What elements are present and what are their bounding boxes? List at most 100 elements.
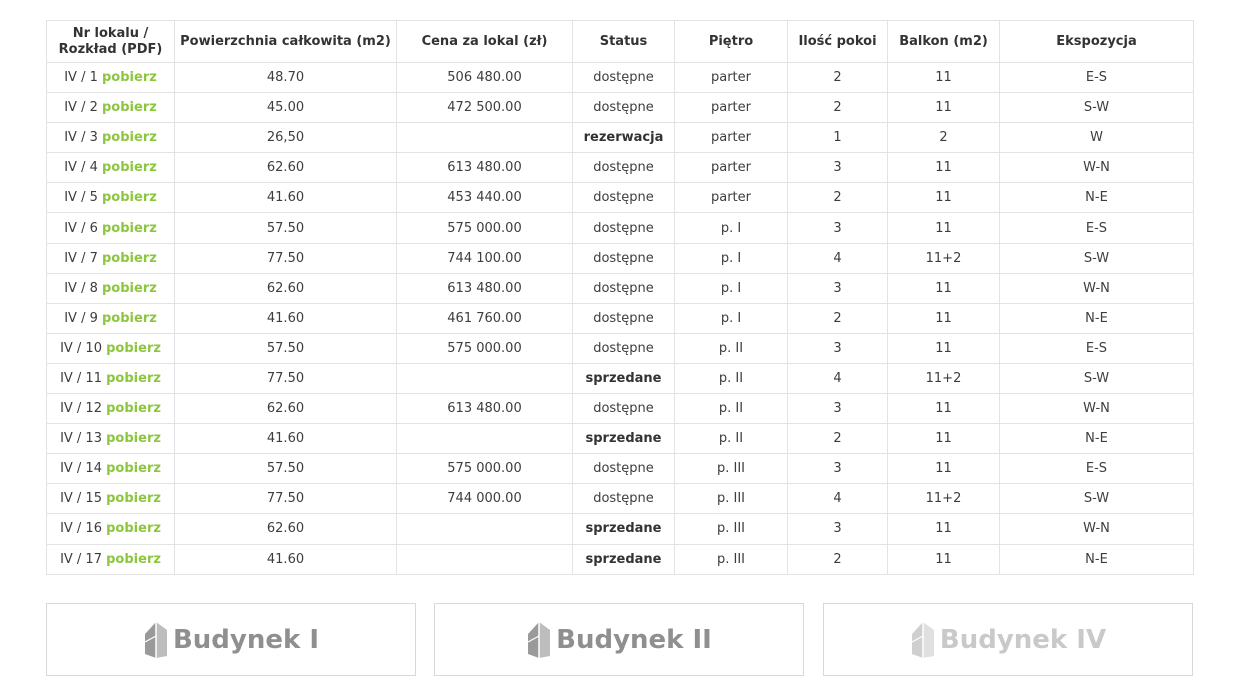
cell-balcony: 11 xyxy=(887,212,1000,244)
download-pdf-link[interactable]: pobierz xyxy=(106,341,161,356)
download-pdf-link[interactable]: pobierz xyxy=(106,491,161,506)
cell-exposure: W-N xyxy=(999,272,1194,304)
cell-exposure: W-N xyxy=(999,152,1194,184)
table-row: IV / 11 pobierz 77.50 sprzedane p. II 4 11+2 S… xyxy=(46,362,1194,395)
building-2-button[interactable]: Budynek II xyxy=(434,603,804,676)
cell-price: 506 480.00 xyxy=(396,61,573,94)
cell-nr-lokalu: IV / 5 pobierz xyxy=(46,182,175,214)
cell-price xyxy=(396,122,573,154)
building-4-button[interactable]: Budynek IV xyxy=(823,603,1193,676)
building-1-button[interactable]: Budynek I xyxy=(46,603,416,676)
cell-price: 453 440.00 xyxy=(396,182,573,214)
download-pdf-link[interactable]: pobierz xyxy=(106,461,161,476)
download-pdf-link[interactable]: pobierz xyxy=(102,130,157,145)
cell-floor: parter xyxy=(674,182,788,214)
cell-status: dostępne xyxy=(572,332,675,364)
cell-status: sprzedane xyxy=(572,513,675,545)
apartment-number: IV / 9 xyxy=(64,310,98,326)
cell-floor: p. II xyxy=(674,362,788,395)
cell-rooms: 3 xyxy=(787,513,888,545)
cell-price xyxy=(396,543,573,575)
cell-price: 744 000.00 xyxy=(396,483,573,515)
apartment-number: IV / 2 xyxy=(64,100,98,116)
cell-balcony: 11+2 xyxy=(887,242,1000,274)
cell-nr-lokalu: IV / 3 pobierz xyxy=(46,122,175,154)
cell-area: 62.60 xyxy=(174,152,397,184)
cell-price xyxy=(396,513,573,545)
cell-rooms: 3 xyxy=(787,393,888,425)
apartment-number: IV / 1 xyxy=(64,70,98,86)
cell-balcony: 11 xyxy=(887,61,1000,94)
header-ilosc-pokoi: Ilość pokoi xyxy=(787,20,888,63)
cell-area: 26,50 xyxy=(174,122,397,154)
download-pdf-link[interactable]: pobierz xyxy=(102,251,157,266)
cell-balcony: 11 xyxy=(887,92,1000,124)
building-logo-icon xyxy=(527,621,551,658)
cell-rooms: 1 xyxy=(787,122,888,154)
cell-balcony: 11 xyxy=(887,453,1000,485)
cell-exposure: W-N xyxy=(999,393,1194,425)
cell-exposure: E-S xyxy=(999,453,1194,485)
cell-balcony: 11 xyxy=(887,393,1000,425)
cell-status: dostępne xyxy=(572,272,675,304)
apartment-number: IV / 7 xyxy=(64,250,98,266)
download-pdf-link[interactable]: pobierz xyxy=(102,70,157,85)
cell-exposure: E-S xyxy=(999,332,1194,364)
cell-area: 48.70 xyxy=(174,61,397,94)
cell-floor: parter xyxy=(674,61,788,94)
cell-nr-lokalu: IV / 9 pobierz xyxy=(46,302,175,334)
download-pdf-link[interactable]: pobierz xyxy=(102,281,157,296)
table-row: IV / 12 pobierz 62.60 613 480.00 dostępne p.… xyxy=(46,393,1194,425)
download-pdf-link[interactable]: pobierz xyxy=(106,371,161,386)
download-pdf-link[interactable]: pobierz xyxy=(102,221,157,236)
table-row: IV / 7 pobierz 77.50 744 100.00 dostępne p. … xyxy=(46,242,1194,274)
cell-area: 45.00 xyxy=(174,92,397,124)
cell-rooms: 2 xyxy=(787,182,888,214)
cell-area: 41.60 xyxy=(174,302,397,334)
apartment-number: IV / 5 xyxy=(64,190,98,206)
cell-nr-lokalu: IV / 11 pobierz xyxy=(46,362,175,395)
cell-floor: p. I xyxy=(674,242,788,274)
cell-price: 613 480.00 xyxy=(396,152,573,184)
table-row: IV / 3 pobierz 26,50 rezerwacja parter 1 2 W xyxy=(46,122,1194,154)
cell-exposure: N-E xyxy=(999,543,1194,575)
cell-area: 41.60 xyxy=(174,543,397,575)
apartment-number: IV / 12 xyxy=(60,401,102,417)
header-nr-lokalu: Nr lokalu / Rozkład (PDF) xyxy=(46,20,175,63)
download-pdf-link[interactable]: pobierz xyxy=(106,431,161,446)
cell-exposure: N-E xyxy=(999,182,1194,214)
cell-status: dostępne xyxy=(572,212,675,244)
cell-nr-lokalu: IV / 8 pobierz xyxy=(46,272,175,304)
table-row: IV / 10 pobierz 57.50 575 000.00 dostępne p.… xyxy=(46,332,1194,364)
download-pdf-link[interactable]: pobierz xyxy=(102,100,157,115)
cell-status: dostępne xyxy=(572,302,675,334)
table-row: IV / 16 pobierz 62.60 sprzedane p. III 3 11 W-… xyxy=(46,513,1194,545)
download-pdf-link[interactable]: pobierz xyxy=(102,160,157,175)
download-pdf-link[interactable]: pobierz xyxy=(102,190,157,205)
apartment-number: IV / 16 xyxy=(60,521,102,537)
cell-nr-lokalu: IV / 17 pobierz xyxy=(46,543,175,575)
cell-floor: p. II xyxy=(674,393,788,425)
cell-floor: p. III xyxy=(674,453,788,485)
cell-floor: parter xyxy=(674,92,788,124)
building-1-label: Budynek I xyxy=(172,624,320,655)
apartment-number: IV / 10 xyxy=(60,340,102,356)
cell-area: 62.60 xyxy=(174,513,397,545)
download-pdf-link[interactable]: pobierz xyxy=(106,401,161,416)
download-pdf-link[interactable]: pobierz xyxy=(106,552,161,567)
cell-exposure: E-S xyxy=(999,61,1194,94)
cell-area: 57.50 xyxy=(174,453,397,485)
cell-rooms: 3 xyxy=(787,332,888,364)
table-row: IV / 9 pobierz 41.60 461 760.00 dostępne p. … xyxy=(46,302,1194,334)
table-row: IV / 15 pobierz 77.50 744 000.00 dostępne p.… xyxy=(46,483,1194,515)
download-pdf-link[interactable]: pobierz xyxy=(102,311,157,326)
cell-area: 62.60 xyxy=(174,393,397,425)
cell-status: dostępne xyxy=(572,152,675,184)
cell-nr-lokalu: IV / 12 pobierz xyxy=(46,393,175,425)
download-pdf-link[interactable]: pobierz xyxy=(106,521,161,536)
cell-floor: p. I xyxy=(674,272,788,304)
apartment-number: IV / 4 xyxy=(64,160,98,176)
apartment-number: IV / 17 xyxy=(60,551,102,567)
cell-balcony: 11 xyxy=(887,182,1000,214)
building-2-label: Budynek II xyxy=(556,624,712,655)
